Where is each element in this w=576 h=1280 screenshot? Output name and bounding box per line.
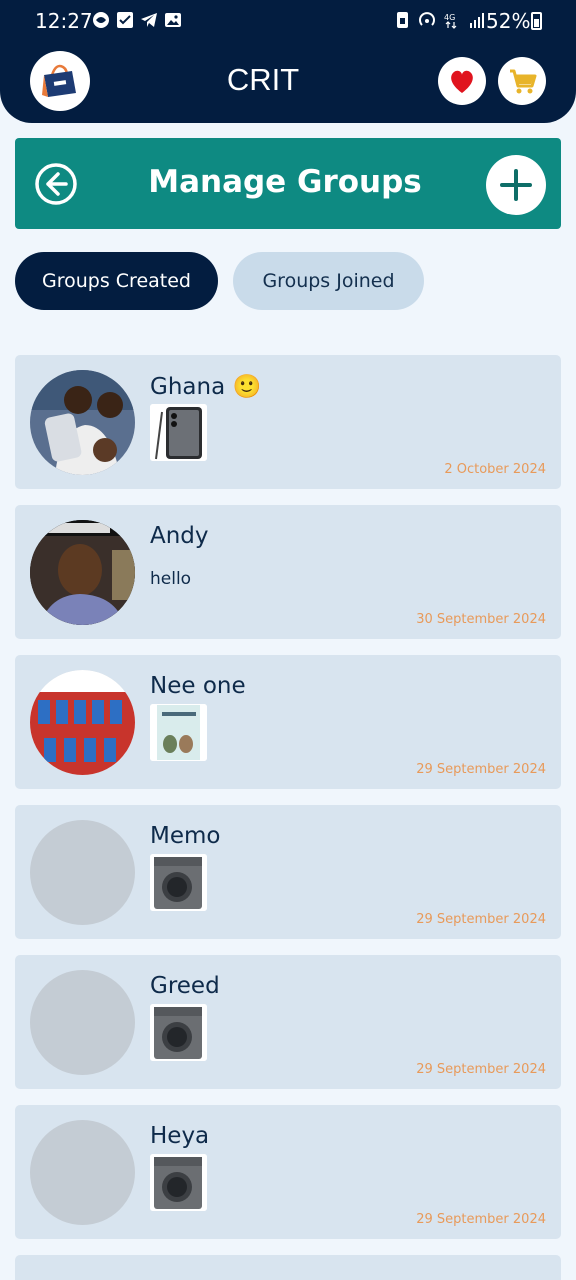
manage-groups-banner: Manage Groups — [15, 138, 561, 229]
group-name: Greed — [150, 973, 220, 999]
message-attachment[interactable] — [150, 404, 207, 461]
group-card[interactable]: Ghana 🙂 2 October 2024 — [15, 355, 561, 489]
network-4g-icon: 4G — [444, 13, 457, 29]
browser-icon — [93, 12, 109, 28]
last-message: hello — [150, 569, 192, 589]
boy-photo — [30, 520, 135, 625]
status-bar: 12:27 4G 52% — [0, 0, 576, 42]
app-title: CRIT — [226, 62, 300, 97]
washing-machine-image — [150, 1004, 207, 1061]
back-arrow-icon — [35, 163, 77, 205]
cart-icon — [510, 69, 537, 94]
tab-groups-joined[interactable]: Groups Joined — [233, 252, 424, 310]
group-date: 29 September 2024 — [416, 1062, 546, 1077]
group-date: 2 October 2024 — [444, 462, 546, 477]
book-cover-image — [150, 704, 207, 761]
hotspot-icon — [419, 12, 435, 26]
message-attachment[interactable] — [150, 1004, 207, 1061]
plus-icon — [500, 169, 532, 201]
battery-icon — [531, 12, 542, 30]
group-avatar-placeholder — [30, 820, 135, 925]
group-name: Ghana 🙂 — [150, 374, 262, 400]
telegram-icon — [141, 13, 157, 27]
group-photo — [30, 670, 135, 775]
shopping-bag-icon — [42, 64, 76, 97]
group-card[interactable]: Memo 29 September 2024 — [15, 805, 561, 939]
add-group-button[interactable] — [486, 155, 546, 215]
washing-machine-image — [150, 1154, 207, 1211]
group-card[interactable]: Nee one 29 September 2024 — [15, 655, 561, 789]
group-date: 29 September 2024 — [416, 762, 546, 777]
message-attachment[interactable] — [150, 854, 207, 911]
back-button[interactable] — [34, 162, 78, 206]
group-date: 29 September 2024 — [416, 912, 546, 927]
group-name: Nee one — [150, 673, 246, 699]
group-date: 29 September 2024 — [416, 1212, 546, 1227]
favorites-button[interactable] — [438, 57, 486, 105]
washing-machine-image — [150, 854, 207, 911]
group-date: 30 September 2024 — [416, 612, 546, 627]
group-avatar — [30, 520, 135, 625]
task-icon — [117, 12, 133, 28]
gallery-icon — [165, 13, 181, 27]
group-card[interactable]: Greed 29 September 2024 — [15, 955, 561, 1089]
group-avatar — [30, 670, 135, 775]
page-title: Manage Groups — [148, 164, 422, 200]
group-name: Memo — [150, 823, 221, 849]
group-avatar-placeholder — [30, 1120, 135, 1225]
group-card[interactable]: Heya 29 September 2024 — [15, 1105, 561, 1239]
status-time: 12:27 — [35, 9, 93, 33]
battery-percent: 52% — [486, 9, 531, 33]
tab-groups-created[interactable]: Groups Created — [15, 252, 218, 310]
sim-icon — [397, 12, 408, 28]
group-avatar — [30, 370, 135, 475]
svg-text:4G: 4G — [444, 13, 455, 22]
signal-icon — [470, 13, 484, 28]
group-name: Heya — [150, 1123, 210, 1149]
message-attachment[interactable] — [150, 1154, 207, 1211]
family-photo — [30, 370, 135, 475]
app-logo[interactable] — [30, 51, 90, 111]
group-avatar-placeholder — [30, 970, 135, 1075]
group-card[interactable]: Andy hello 30 September 2024 — [15, 505, 561, 639]
app-header: 12:27 4G 52% CRIT — [0, 0, 576, 123]
group-name: Andy — [150, 523, 209, 549]
group-card-partial[interactable] — [15, 1255, 561, 1280]
heart-icon — [451, 70, 473, 93]
phone-image — [150, 404, 207, 461]
cart-button[interactable] — [498, 57, 546, 105]
message-attachment[interactable] — [150, 704, 207, 761]
